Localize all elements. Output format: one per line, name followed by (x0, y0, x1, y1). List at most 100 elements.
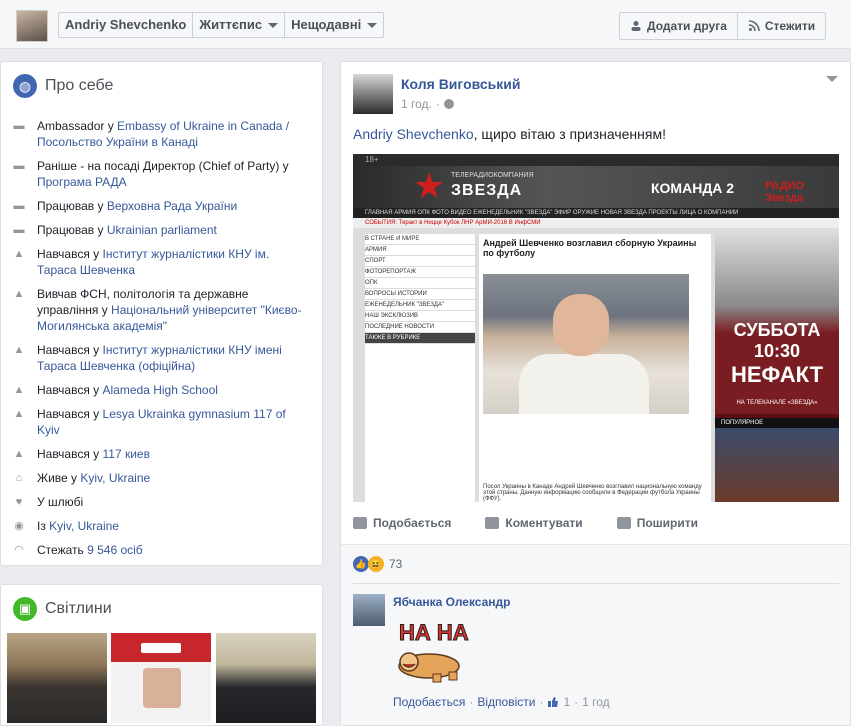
share-arrow-icon (616, 517, 631, 529)
about-item-label: Навчався у (37, 447, 103, 461)
about-item-label: Навчався у (37, 247, 103, 261)
about-item: ▲ Навчався у Lesya Ukrainka gymnasium 117… (13, 406, 308, 438)
post-timestamp[interactable]: 1 год. (401, 97, 432, 111)
site-events-bar: СОБЫТИЯ: Теракт в Ницце Кубок ЛНР АрМИ-2… (353, 218, 839, 228)
add-friend-button[interactable]: Додати друга (620, 13, 738, 39)
follow-button[interactable]: Стежити (738, 13, 825, 39)
about-item-text: Працював у Верховна Рада України (37, 198, 308, 214)
thumbs-up-icon (548, 697, 559, 707)
about-item: ◠ Стежать 9 546 осіб (13, 542, 308, 558)
about-item: ◉ Із Kyiv, Ukraine (13, 518, 308, 534)
shared-screenshot-image[interactable]: 18+ ★ ТЕЛЕРАДИОКОМПАНИЯ ЗВЕЗДА КОМАНДА 2… (353, 154, 839, 502)
commenter-name-link[interactable]: Ябчанка Олександр (393, 595, 511, 609)
timeline-dropdown[interactable]: Життєпис (193, 13, 286, 37)
age-rating-label: 18+ (365, 155, 379, 164)
photo-person-body (519, 354, 649, 414)
reactions-summary[interactable]: 👍 😆 73 (353, 556, 402, 572)
comment-button[interactable]: Коментувати (485, 516, 583, 530)
about-item-text: Навчався у Alameda High School (37, 382, 308, 398)
photo-thumbnail[interactable] (111, 633, 211, 723)
about-item-text: Ambassador у Embassy of Ukraine in Canad… (37, 118, 308, 150)
article-headline: Андрей Шевченко возглавил сборную Украин… (483, 238, 697, 258)
briefcase-icon: ▬ (13, 200, 25, 212)
globe-icon: ◍ (13, 74, 37, 98)
profile-avatar[interactable] (16, 10, 48, 42)
timeline-label: Життєпис (199, 17, 263, 32)
about-title[interactable]: Про себе (45, 77, 113, 95)
school-icon: ▲ (13, 408, 25, 420)
photos-icon: ▣ (13, 597, 37, 621)
thumbs-up-icon (353, 517, 367, 529)
profile-name-label: Andriy Shevchenko (65, 17, 187, 32)
sticker-text: НА НА (399, 620, 469, 645)
site-banner: ★ ТЕЛЕРАДИОКОМПАНИЯ ЗВЕЗДА КОМАНДА 2 РАД… (353, 166, 839, 208)
site-rubric-header: ТАКЖЕ В РУБРИКЕ (365, 333, 475, 344)
about-item-link[interactable]: Ukrainian parliament (107, 223, 217, 237)
site-menu-item: АРМИЯ (365, 245, 475, 256)
commenter-avatar[interactable] (353, 594, 385, 626)
location-pin-icon: ◉ (14, 520, 24, 532)
haha-sticker-image: НА НА (398, 620, 469, 683)
about-item-label: Навчався у (37, 383, 103, 397)
about-item-link[interactable]: Програма РАДА (37, 175, 127, 189)
like-button[interactable]: Подобається (353, 516, 451, 530)
about-item: ▬ Працював у Верховна Рада України (13, 198, 308, 214)
comment-like-count: 1 (563, 695, 571, 709)
article-photo (483, 274, 689, 414)
post-actions: Подобається Коментувати Поширити (353, 516, 839, 530)
chevron-down-icon (268, 22, 279, 28)
about-item-link[interactable]: 117 киев (103, 447, 150, 461)
tv-promo-title: НЕФАКТ (730, 362, 824, 387)
about-item-link[interactable]: Верховна Рада України (107, 199, 237, 213)
site-menu-item: В СТРАНЕ И МИРЕ (365, 234, 475, 245)
about-list: ▬ Ambassador у Embassy of Ukraine in Cana… (13, 118, 308, 566)
site-right-ad: СУББОТА 10:30 НЕФАКТ НА ТЕЛЕКАНАЛЕ «ЗВЕЗ… (715, 234, 839, 502)
comment-timestamp[interactable]: 1 год (582, 695, 610, 709)
poster-name-link[interactable]: Коля Виговський (401, 76, 521, 92)
add-friend-label: Додати друга (647, 19, 727, 33)
about-item: ▲ Вивчав ФСН, політологія та державне упр… (13, 286, 308, 334)
site-menu-item: ВОПРОСЫ ИСТОРИИ (365, 289, 475, 300)
photos-title[interactable]: Світлини (45, 600, 112, 618)
privacy-globe-icon[interactable] (443, 99, 454, 109)
rss-icon (748, 20, 760, 32)
about-item-link[interactable]: Alameda High School (103, 383, 218, 397)
post-body-text: , щиро вітаю з призначенням! (473, 126, 666, 142)
rss-icon: ◠ (14, 544, 24, 556)
photo-portrait (143, 668, 181, 708)
comment-like-link[interactable]: Подобається (393, 695, 465, 709)
post-options-chevron-icon[interactable] (826, 76, 838, 82)
site-article: Андрей Шевченко возглавил сборную Украин… (479, 234, 711, 502)
site-menu-item: ФОТОРЕПОРТАЖ (365, 267, 475, 278)
mention-link[interactable]: Andriy Shevchenko (353, 126, 474, 142)
about-item-text: Раніше - на посаді Директор (Chief of Pa… (37, 158, 308, 190)
reaction-count: 73 (389, 557, 403, 571)
photo-banner (141, 643, 181, 653)
school-icon: ▲ (13, 288, 25, 300)
photo-thumbnail[interactable] (216, 633, 316, 723)
profile-top-bar: Andriy Shevchenko Життєпис Нещодавні Дод… (0, 0, 851, 49)
recent-dropdown[interactable]: Нещодавні (285, 13, 383, 37)
about-item-label: Працював у (37, 199, 107, 213)
school-icon: ▲ (13, 384, 25, 396)
photo-thumbnail[interactable] (7, 633, 107, 723)
about-item-label: Із (37, 519, 50, 533)
about-item-link[interactable]: 9 546 осіб (87, 543, 143, 557)
comment-reply-link[interactable]: Відповісти (477, 695, 535, 709)
profile-nav: Andriy Shevchenko Життєпис Нещодавні (58, 12, 385, 38)
share-button[interactable]: Поширити (616, 516, 698, 530)
team-banner-text: КОМАНДА 2 (651, 180, 735, 196)
site-menu-item: ПОСЛЕДНИЕ НОВОСТИ (365, 322, 475, 333)
about-item-label: Раніше - на посаді Директор (Chief of Pa… (37, 159, 289, 173)
about-item-link[interactable]: Kyiv, Ukraine (80, 471, 150, 485)
about-item-link[interactable]: Kyiv, Ukraine (49, 519, 119, 533)
post-text: Andriy Shevchenko, щиро вітаю з призначе… (353, 126, 666, 142)
school-icon: ▲ (13, 448, 25, 460)
site-menu-item: ОПК (365, 278, 475, 289)
profile-name-button[interactable]: Andriy Shevchenko (59, 13, 194, 37)
about-item-text: Живе у Kyiv, Ukraine (37, 470, 308, 486)
site-left-menu: В СТРАНЕ И МИРЕ АРМИЯ СПОРТ ФОТОРЕПОРТАЖ ОПК… (365, 234, 475, 502)
popular-image (715, 428, 839, 502)
heart-icon: ♥ (15, 496, 23, 508)
poster-avatar[interactable] (353, 74, 393, 114)
